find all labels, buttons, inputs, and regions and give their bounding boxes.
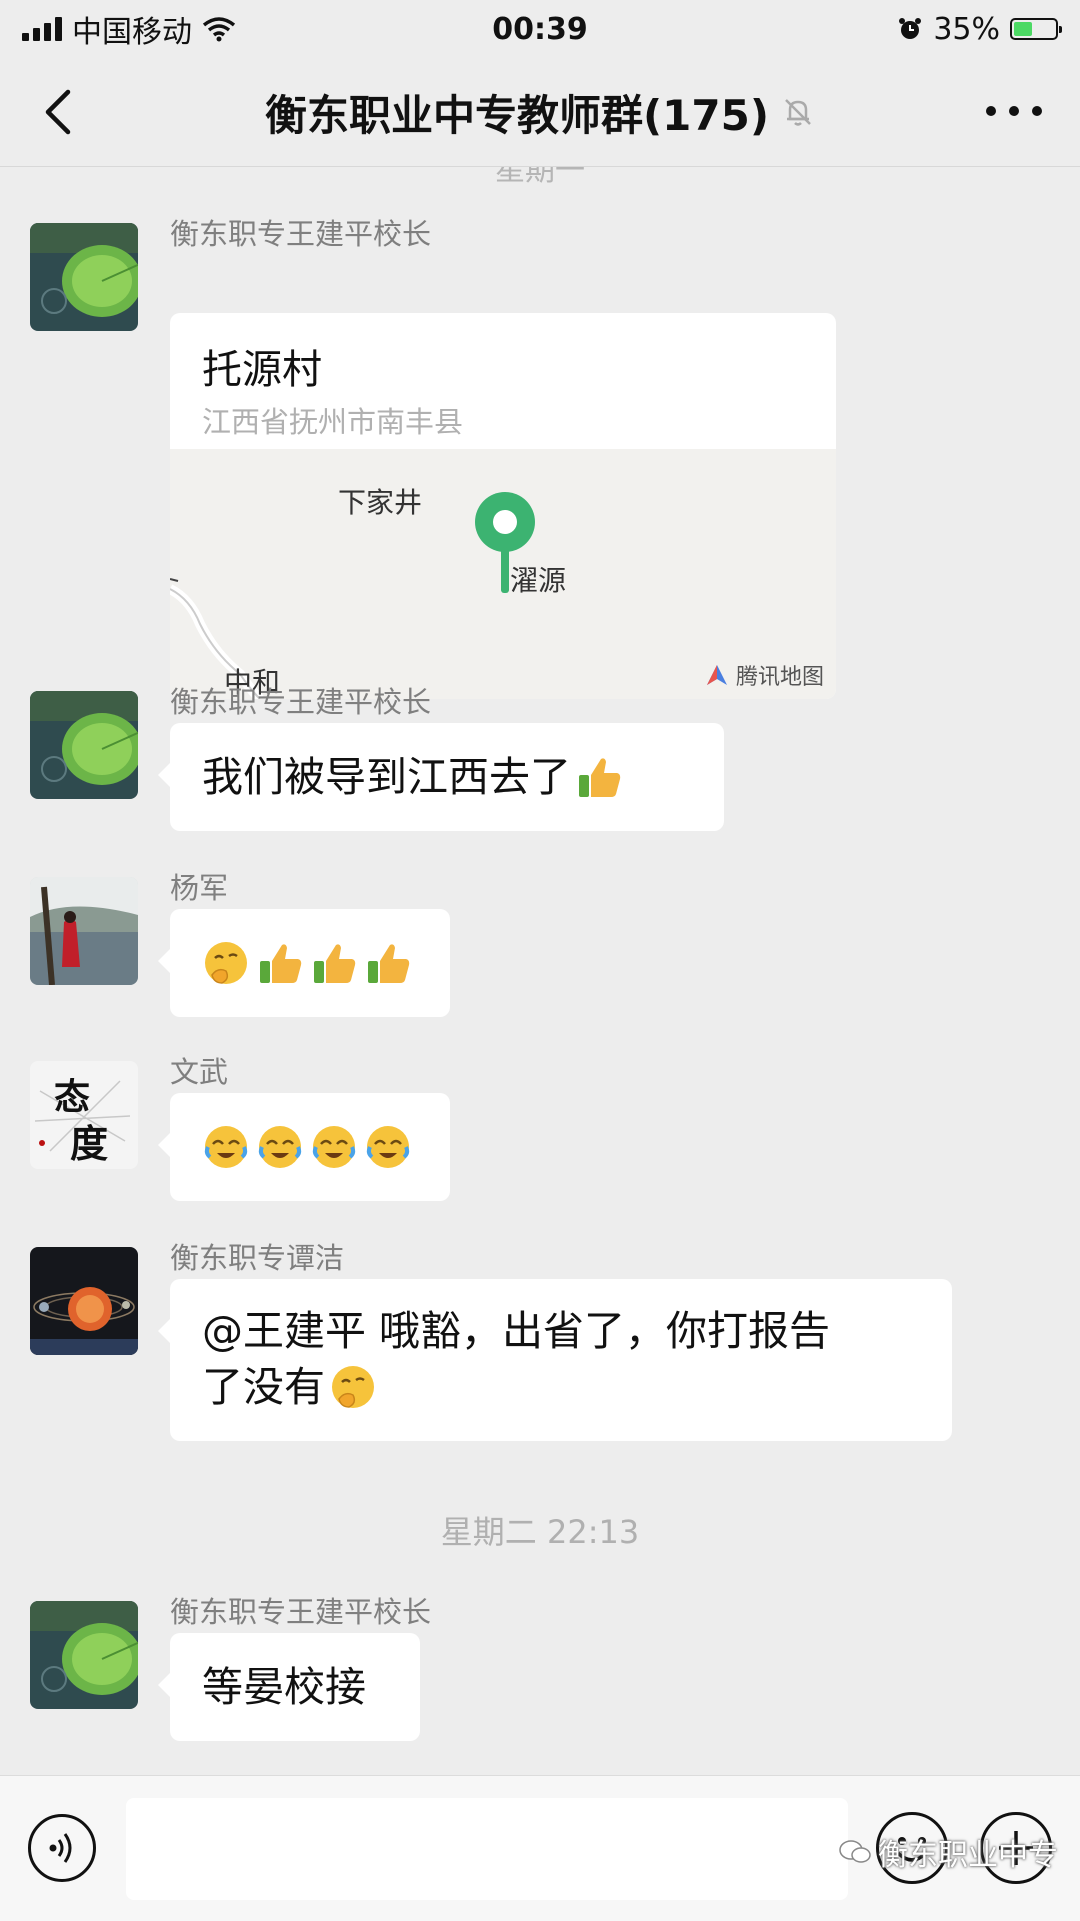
location-address: 江西省抚州市南丰县: [202, 405, 464, 439]
tencent-map-logo-icon: [706, 665, 727, 685]
more-options-icon[interactable]: [986, 96, 1042, 126]
message-bubble[interactable]: [158, 1093, 450, 1201]
thumbs-up-icon: [260, 944, 302, 983]
avatar[interactable]: [30, 877, 138, 985]
watermark: 衡东职业中专: [838, 1830, 1058, 1874]
mute-bell-icon: [785, 99, 811, 126]
input-bar: 衡东职业中专: [0, 1775, 1080, 1921]
battery-icon: [1010, 18, 1062, 40]
wechat-official-account-icon: [839, 1840, 871, 1863]
crying-laugh-icon: [366, 1126, 410, 1168]
avatar[interactable]: [30, 1601, 138, 1709]
message-text-line: 了没有: [202, 1363, 325, 1411]
map-label: 下家井: [338, 486, 423, 519]
sender-name: 衡东职专王建平校长: [170, 1595, 432, 1629]
avatar[interactable]: [30, 1247, 138, 1355]
sender-name: 衡东职专王建平校长: [170, 217, 432, 251]
message-bubble[interactable]: 我们被导到江西去了: [158, 723, 724, 831]
thumbs-up-icon: [579, 758, 621, 797]
voice-input-button[interactable]: [28, 1814, 96, 1882]
wifi-icon: [202, 17, 236, 42]
svg-text:度: 度: [70, 1121, 108, 1166]
svg-text:态: 态: [54, 1076, 90, 1118]
map-provider: 腾讯地图: [704, 659, 824, 691]
message-bubble[interactable]: @王建平 哦豁，出省了，你打报告 了没有: [158, 1279, 952, 1441]
nav-bar: 衡东职业中专教师群(175): [0, 58, 1080, 167]
message-text: 衡东职专谭洁 @王建平 哦豁，出省了，你打报告 了没有: [30, 1241, 960, 1441]
carrier-label: 中国移动: [72, 15, 192, 50]
message-emoji: 杨军: [30, 871, 830, 1017]
message-bubble[interactable]: 等晏校接: [158, 1633, 420, 1741]
partial-time-separator: 星期一: [495, 167, 585, 188]
message-input[interactable]: [126, 1798, 848, 1900]
back-icon[interactable]: [34, 86, 82, 138]
battery-percent: 35%: [933, 11, 1000, 47]
avatar[interactable]: [30, 691, 138, 799]
map-pin-icon: [475, 492, 535, 593]
message-bubble[interactable]: [158, 909, 450, 1017]
location-map[interactable]: 下家井 濯源 中和 腾讯地图: [170, 449, 836, 699]
sender-name: 文武: [170, 1055, 229, 1089]
group-name: 衡东职业中专教师群(175): [264, 90, 770, 140]
thumbs-up-icon: [368, 944, 410, 983]
crying-laugh-icon: [312, 1126, 356, 1168]
message-text: 衡东职专王建平校长 等晏校接: [30, 1595, 830, 1741]
thumbs-up-icon: [314, 944, 356, 983]
crying-laugh-icon: [258, 1126, 302, 1168]
sender-name: 杨军: [170, 871, 229, 905]
signal-icon: [22, 17, 62, 41]
chat-title: 衡东职业中专教师群(175): [265, 82, 815, 143]
location-card[interactable]: 托源村 江西省抚州市南丰县 下家井 濯源 中和 腾讯地图: [170, 313, 836, 699]
alarm-icon: [899, 18, 922, 39]
chat-area[interactable]: 星期一 衡东职专王建平校长 托源村 江西省抚州市南丰县 下家井 濯源 中和 腾讯…: [0, 167, 1080, 1775]
status-bar: 中国移动 00:39 35%: [0, 0, 1080, 58]
time-separator: 星期二 22:13: [440, 1513, 640, 1551]
crying-laugh-icon: [204, 1126, 248, 1168]
message-emoji: 态 度 文武: [30, 1055, 830, 1201]
avatar[interactable]: 态 度: [30, 1061, 138, 1169]
avatar[interactable]: [30, 223, 138, 331]
location-name: 托源村: [202, 347, 322, 393]
sender-name: 衡东职专王建平校长: [170, 685, 432, 719]
thinking-face-icon: [332, 1366, 374, 1408]
sender-name: 衡东职专谭洁: [170, 1241, 345, 1275]
message-text-line: @王建平 哦豁，出省了，你打报告: [202, 1307, 831, 1355]
thinking-face-icon: [205, 942, 247, 984]
message-location: 衡东职专王建平校长 托源村 江西省抚州市南丰县 下家井 濯源 中和 腾讯地图: [30, 217, 836, 703]
voice-icon: [49, 1833, 72, 1863]
message-text: 衡东职专王建平校长 我们被导到江西去了: [30, 685, 830, 831]
